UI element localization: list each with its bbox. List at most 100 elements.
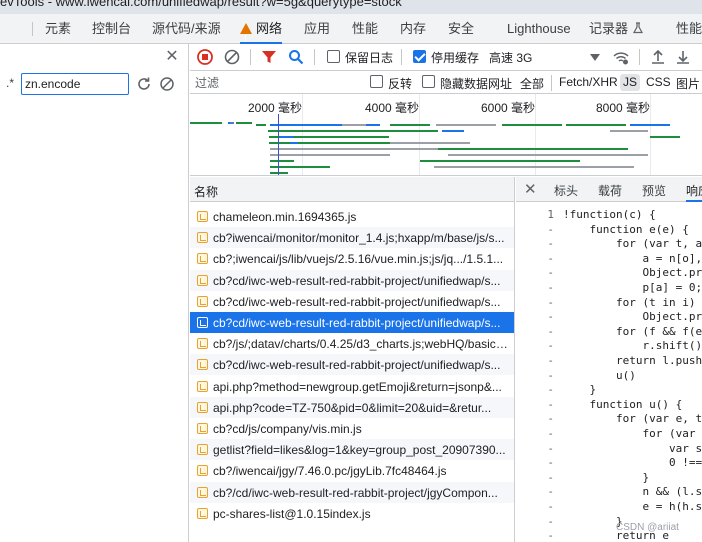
request-row[interactable]: cb?/iwencai/jgy/7.46.0.pc/jgyLib.7fc4846…: [190, 460, 514, 481]
line-number: -: [547, 441, 554, 455]
code-text: function u() {: [563, 397, 683, 411]
code-text: Object.pro: [563, 266, 702, 280]
code-text: for (t in i): [563, 295, 696, 309]
tab-elements[interactable]: 元素: [45, 14, 71, 44]
timeline-bar: [448, 154, 648, 156]
upload-icon[interactable]: [649, 48, 667, 66]
request-row[interactable]: cb?cd/iwc-web-result-red-rabbit-project/…: [190, 269, 514, 291]
request-row[interactable]: chameleon.min.1694365.js: [190, 206, 514, 227]
filter-input[interactable]: [191, 73, 355, 92]
invert-checkbox[interactable]: [370, 75, 383, 88]
download-icon[interactable]: [674, 48, 692, 66]
request-row[interactable]: cb?/cd/iwc-web-result-red-rabbit-project…: [190, 481, 514, 503]
filter-separator: [551, 75, 552, 91]
search-input[interactable]: [21, 73, 129, 95]
tab-console[interactable]: 控制台: [92, 14, 131, 44]
request-row[interactable]: cb?iwencai/monitor/monitor_1.4.js;hxapp/…: [190, 227, 514, 249]
timeline-bar: [434, 166, 634, 168]
filter-css[interactable]: CSS: [646, 75, 671, 89]
tab-recorder[interactable]: 记录器: [589, 14, 644, 44]
throttle-select[interactable]: 高速 3G: [489, 49, 532, 66]
close-icon[interactable]: ✕: [163, 48, 181, 66]
filter-all[interactable]: 全部: [520, 75, 544, 92]
line-number: -: [547, 339, 554, 353]
timeline-bar: [270, 166, 330, 168]
tick-label: 4000 毫秒: [365, 101, 420, 115]
search-icon[interactable]: [287, 48, 305, 66]
hide-data-urls-checkbox[interactable]: [422, 75, 435, 88]
line-number: -: [547, 237, 554, 251]
response-code-view[interactable]: 1 !function(c) {- function e(e) {- for (v…: [516, 202, 702, 542]
close-icon[interactable]: ✕: [524, 180, 537, 198]
script-file-icon: [197, 359, 208, 371]
refresh-icon[interactable]: [136, 76, 152, 92]
tab-sources[interactable]: 源代码/来源: [152, 14, 221, 44]
filter-fetch-xhr[interactable]: Fetch/XHR: [559, 75, 618, 89]
script-file-icon: [197, 232, 208, 244]
script-file-icon: [197, 211, 208, 222]
request-row[interactable]: api.php?code=TZ-750&pid=0&limit=20&uid=&…: [190, 396, 514, 418]
script-file-icon: [197, 423, 208, 434]
code-text: Object.pro: [563, 310, 702, 324]
disable-cache-checkbox[interactable]: [413, 50, 426, 63]
window-title: evTools - www.iwencai.com/unifiedwap/res…: [0, 0, 402, 9]
timeline-bar: [502, 124, 562, 126]
tab-lighthouse[interactable]: Lighthouse: [507, 14, 571, 44]
column-name-header: 名称: [194, 185, 219, 199]
request-row[interactable]: pc-shares-list@1.0.15index.js: [190, 503, 514, 524]
filter-img[interactable]: 图片: [676, 75, 700, 92]
request-row[interactable]: cb?;iwencai/js/lib/vuejs/2.5.16/vue.min.…: [190, 248, 514, 269]
timeline-bar: [650, 136, 680, 138]
code-text: 0 !==: [563, 456, 702, 470]
line-number: -: [547, 427, 554, 440]
request-row[interactable]: getlist?field=likes&log=1&key=group_post…: [190, 439, 514, 461]
preserve-log-label: 保留日志: [345, 51, 394, 65]
regex-toggle[interactable]: .*: [6, 76, 14, 90]
timeline-bar: [610, 130, 648, 132]
tab-network[interactable]: 网络: [240, 14, 283, 54]
tab-performance-insights[interactable]: 性能: [676, 14, 702, 44]
request-row[interactable]: cb?cd/iwc-web-result-red-rabbit-project/…: [190, 291, 514, 312]
request-row[interactable]: cb?/js/;datav/charts/0.4.25/d3_charts.js…: [190, 333, 514, 354]
request-name: cb?/iwencai/jgy/7.46.0.pc/jgyLib.7fc4846…: [213, 464, 447, 479]
filter-icon[interactable]: [260, 48, 278, 66]
code-text: for (var a: [563, 427, 702, 440]
code-text: }: [563, 383, 597, 397]
line-number: -: [547, 470, 554, 484]
clear-icon[interactable]: [223, 48, 241, 66]
request-name: cb?cd/iwc-web-result-red-rabbit-project/…: [213, 294, 501, 309]
chevron-down-icon[interactable]: [590, 54, 600, 61]
tick-label: 8000 毫秒: [596, 101, 651, 115]
tab-performance[interactable]: 性能: [352, 14, 378, 44]
code-text: n && (l.sp: [563, 485, 702, 499]
tab-headers[interactable]: 标头: [554, 182, 578, 199]
request-row[interactable]: cb?cd/iwc-web-result-red-rabbit-project/…: [190, 354, 514, 376]
flask-icon: [632, 22, 643, 34]
tab-response[interactable]: 响应: [686, 182, 702, 202]
timeline-bar: [630, 124, 670, 126]
network-conditions-icon[interactable]: [612, 48, 630, 66]
request-row[interactable]: cb?cd/iwc-web-result-red-rabbit-project/…: [190, 312, 514, 333]
request-row[interactable]: api.php?method=newgroup.getEmoji&return=…: [190, 376, 514, 397]
search-row: .*: [0, 72, 189, 98]
clear-search-icon[interactable]: [159, 76, 175, 92]
line-number: -: [547, 500, 554, 513]
tab-memory[interactable]: 内存: [400, 14, 426, 44]
code-text: }: [563, 470, 650, 484]
tab-application[interactable]: 应用: [304, 14, 330, 44]
tab-preview[interactable]: 预览: [642, 182, 666, 199]
tab-security[interactable]: 安全: [448, 14, 474, 44]
detail-tab-bar: ✕ 标头 载荷 预览 响应: [516, 177, 702, 202]
timeline-bar: [390, 142, 470, 144]
request-row[interactable]: cb?cd/js/company/vis.min.js: [190, 418, 514, 439]
timeline-bar: [420, 160, 580, 162]
code-text: a = n[o],: [563, 251, 702, 265]
warning-icon: [240, 23, 252, 54]
filter-js[interactable]: JS: [620, 74, 641, 91]
timeline-bar: [438, 148, 628, 150]
preserve-log-checkbox[interactable]: [327, 50, 340, 63]
record-icon[interactable]: [196, 48, 214, 66]
request-list-header[interactable]: 名称: [190, 177, 514, 202]
tab-payload[interactable]: 载荷: [598, 182, 622, 199]
timeline-overview[interactable]: 2000 毫秒 4000 毫秒 6000 毫秒 8000 毫秒: [190, 94, 702, 176]
